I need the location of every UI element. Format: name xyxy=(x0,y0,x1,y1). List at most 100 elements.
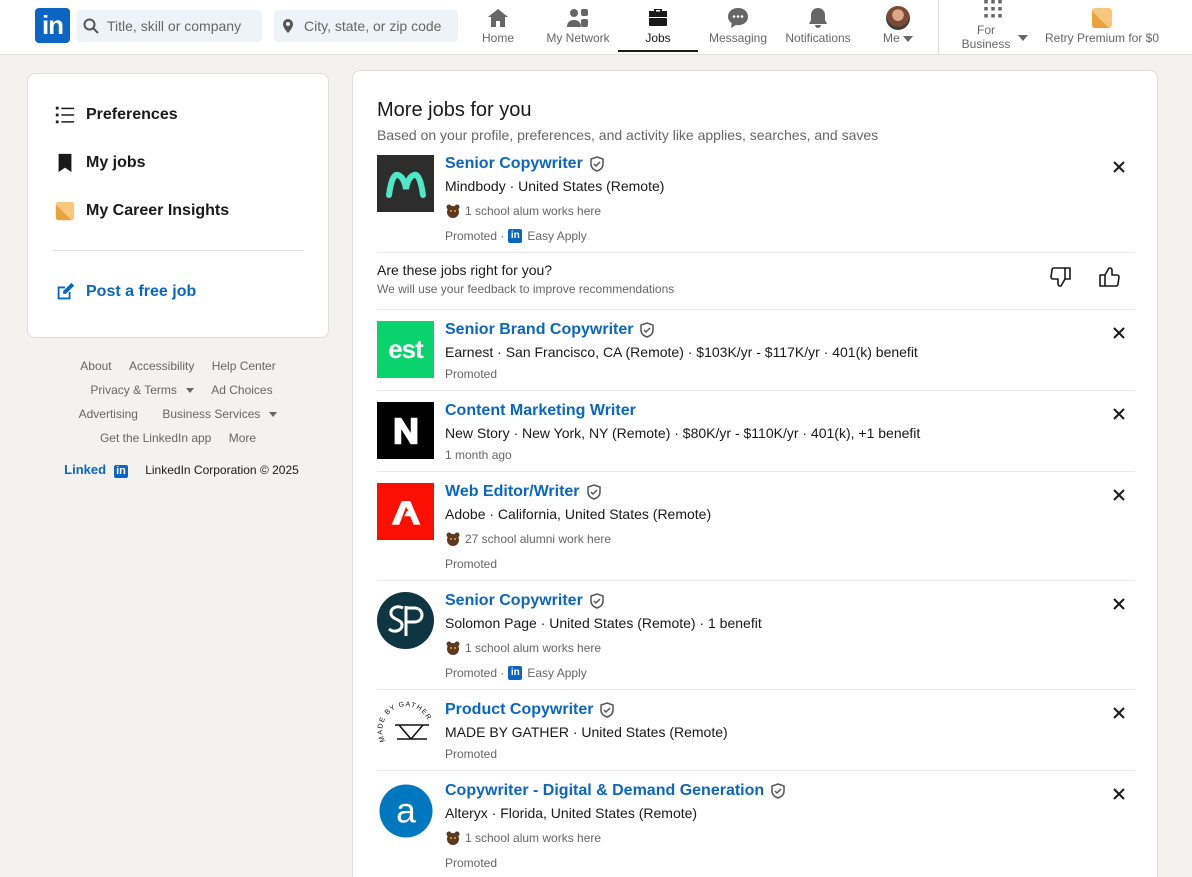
job-card[interactable]: Web Editor/Writer Adobe · California, Un… xyxy=(377,483,1135,581)
linkedin-logo[interactable]: in xyxy=(35,8,70,43)
job-company-location: Solomon Page · United States (Remote) · … xyxy=(445,615,762,631)
job-title-link[interactable]: Content Marketing Writer xyxy=(445,402,636,420)
job-title-link[interactable]: Senior Copywriter xyxy=(445,155,605,173)
linkedin-small-icon: in xyxy=(508,666,523,680)
dismiss-job-button[interactable] xyxy=(1111,159,1127,175)
company-logo-earnest[interactable]: est xyxy=(377,321,434,378)
job-company-location: Alteryx · Florida, United States (Remote… xyxy=(445,805,698,821)
job-card[interactable]: est Senior Brand Copywriter Earnest · Sa… xyxy=(377,321,1135,391)
promoted-label: Promoted · xyxy=(445,229,505,243)
sidebar-item-preferences[interactable]: Preferences xyxy=(54,104,178,126)
job-meta: Promoted · in Easy Apply xyxy=(445,229,587,243)
school-alum-insight: 1 school alum works here xyxy=(445,640,601,656)
solomon-page-logo-icon xyxy=(377,592,434,649)
nav-my-network-label: My Network xyxy=(546,31,610,45)
verified-icon xyxy=(586,484,601,500)
sidebar-item-career-insights[interactable]: My Career Insights xyxy=(54,200,229,222)
feedback-question: Are these jobs right for you? xyxy=(377,262,553,278)
job-divider xyxy=(377,580,1135,581)
footer-link-get-app[interactable]: Get the LinkedIn app xyxy=(100,431,211,445)
nav-home[interactable]: Home xyxy=(478,0,518,52)
message-icon xyxy=(728,8,748,28)
footer-link-accessibility[interactable]: Accessibility xyxy=(129,359,194,373)
nav-notifications[interactable]: Notifications xyxy=(782,0,854,52)
job-title-link[interactable]: Web Editor/Writer xyxy=(445,483,602,501)
job-title-link[interactable]: Senior Copywriter xyxy=(445,592,605,610)
sidebar-item-my-jobs[interactable]: My jobs xyxy=(54,152,146,174)
dismiss-job-button[interactable] xyxy=(1111,487,1127,503)
dismiss-job-button[interactable] xyxy=(1111,705,1127,721)
title-search-box[interactable] xyxy=(77,10,262,42)
linkedin-small-icon: in xyxy=(508,229,523,243)
school-alum-insight: 1 school alum works here xyxy=(445,203,601,219)
footer-link-about[interactable]: About xyxy=(80,359,111,373)
location-search-box[interactable] xyxy=(274,10,458,42)
nav-jobs-label: Jobs xyxy=(645,31,671,45)
promoted-label: Promoted xyxy=(445,747,498,761)
list-icon xyxy=(55,106,75,124)
caret-down-icon xyxy=(185,387,194,393)
page-subtitle: Based on your profile, preferences, and … xyxy=(377,127,879,143)
svg-text:a: a xyxy=(396,791,416,830)
grid-icon xyxy=(984,0,1002,18)
adobe-logo-icon xyxy=(391,500,420,525)
nav-messaging[interactable]: Messaging xyxy=(706,0,770,52)
school-logo-icon xyxy=(446,532,460,546)
dismiss-job-button[interactable] xyxy=(1111,596,1127,612)
job-company-location: Earnest · San Francisco, CA (Remote) · $… xyxy=(445,344,918,360)
nav-premium[interactable]: Retry Premium for $0 xyxy=(1042,0,1162,52)
thumbs-up-icon[interactable] xyxy=(1097,265,1121,289)
job-title-link[interactable]: Senior Brand Copywriter xyxy=(445,321,655,339)
job-card[interactable]: Content Marketing Writer New Story · New… xyxy=(377,402,1135,472)
job-meta: Promoted xyxy=(445,856,497,870)
dismiss-job-button[interactable] xyxy=(1111,406,1127,422)
location-search-input[interactable] xyxy=(304,18,454,34)
dismiss-job-button[interactable] xyxy=(1111,786,1127,802)
nav-me[interactable]: Me xyxy=(878,0,918,52)
job-company-location: Mindbody · United States (Remote) xyxy=(445,178,665,194)
chevron-down-icon xyxy=(1018,35,1028,41)
post-free-job-link[interactable]: Post a free job xyxy=(54,281,196,303)
company-logo-mindbody[interactable] xyxy=(377,155,434,212)
job-card[interactable]: a Copywriter - Digital & Demand Generati… xyxy=(377,782,1135,877)
company-logo-new-story[interactable] xyxy=(377,402,434,459)
promoted-label: Promoted xyxy=(445,557,498,571)
footer-link-more[interactable]: More xyxy=(229,431,256,445)
location-pin-icon xyxy=(283,19,293,33)
nav-for-business[interactable]: For Business xyxy=(956,0,1030,52)
easy-apply-label: Easy Apply xyxy=(527,666,587,680)
verified-icon xyxy=(590,593,604,609)
linkedin-wordmark: Linked in xyxy=(64,462,128,478)
verified-icon xyxy=(600,702,615,718)
nav-my-network[interactable]: My Network xyxy=(542,0,614,52)
job-meta: 1 month ago xyxy=(445,448,512,462)
verified-icon xyxy=(640,322,655,338)
job-card[interactable]: Senior Copywriter Mindbody · United Stat… xyxy=(377,155,1135,253)
footer-link-ad-choices[interactable]: Ad Choices xyxy=(211,383,272,397)
footer-link-privacy-terms[interactable]: Privacy & Terms xyxy=(83,383,194,397)
job-card[interactable]: MADE BY GATHER Product Copywriter MADE B… xyxy=(377,701,1135,771)
job-card[interactable]: Senior Copywriter Solomon Page · United … xyxy=(377,592,1135,690)
verified-icon xyxy=(590,156,604,172)
svg-text:MADE BY GATHER: MADE BY GATHER xyxy=(377,701,432,743)
footer-link-advertising[interactable]: Advertising xyxy=(79,407,138,421)
alum-text: 1 school alum works here xyxy=(465,831,602,845)
school-logo-icon xyxy=(446,204,460,218)
thumbs-down-icon[interactable] xyxy=(1049,265,1073,289)
company-logo-solomon-page[interactable] xyxy=(377,592,434,649)
footer-link-help-center[interactable]: Help Center xyxy=(212,359,276,373)
title-search-input[interactable] xyxy=(107,18,257,34)
sidebar-item-label: Preferences xyxy=(86,106,178,123)
company-logo-made-by-gather[interactable]: MADE BY GATHER xyxy=(377,701,434,758)
caret-down-icon xyxy=(269,411,278,417)
dismiss-job-button[interactable] xyxy=(1111,325,1127,341)
job-title-link[interactable]: Product Copywriter xyxy=(445,701,615,719)
footer-link-business-services[interactable]: Business Services xyxy=(155,407,278,421)
nav-jobs[interactable]: Jobs xyxy=(618,0,698,52)
footer: About Accessibility Help Center Privacy … xyxy=(27,356,329,478)
company-logo-alteryx[interactable]: a xyxy=(377,782,434,839)
job-title-link[interactable]: Copywriter - Digital & Demand Generation xyxy=(445,782,786,800)
job-feedback-prompt: Are these jobs right for you? We will us… xyxy=(377,253,1135,310)
feedback-divider xyxy=(377,309,1135,310)
company-logo-adobe[interactable] xyxy=(377,483,434,540)
